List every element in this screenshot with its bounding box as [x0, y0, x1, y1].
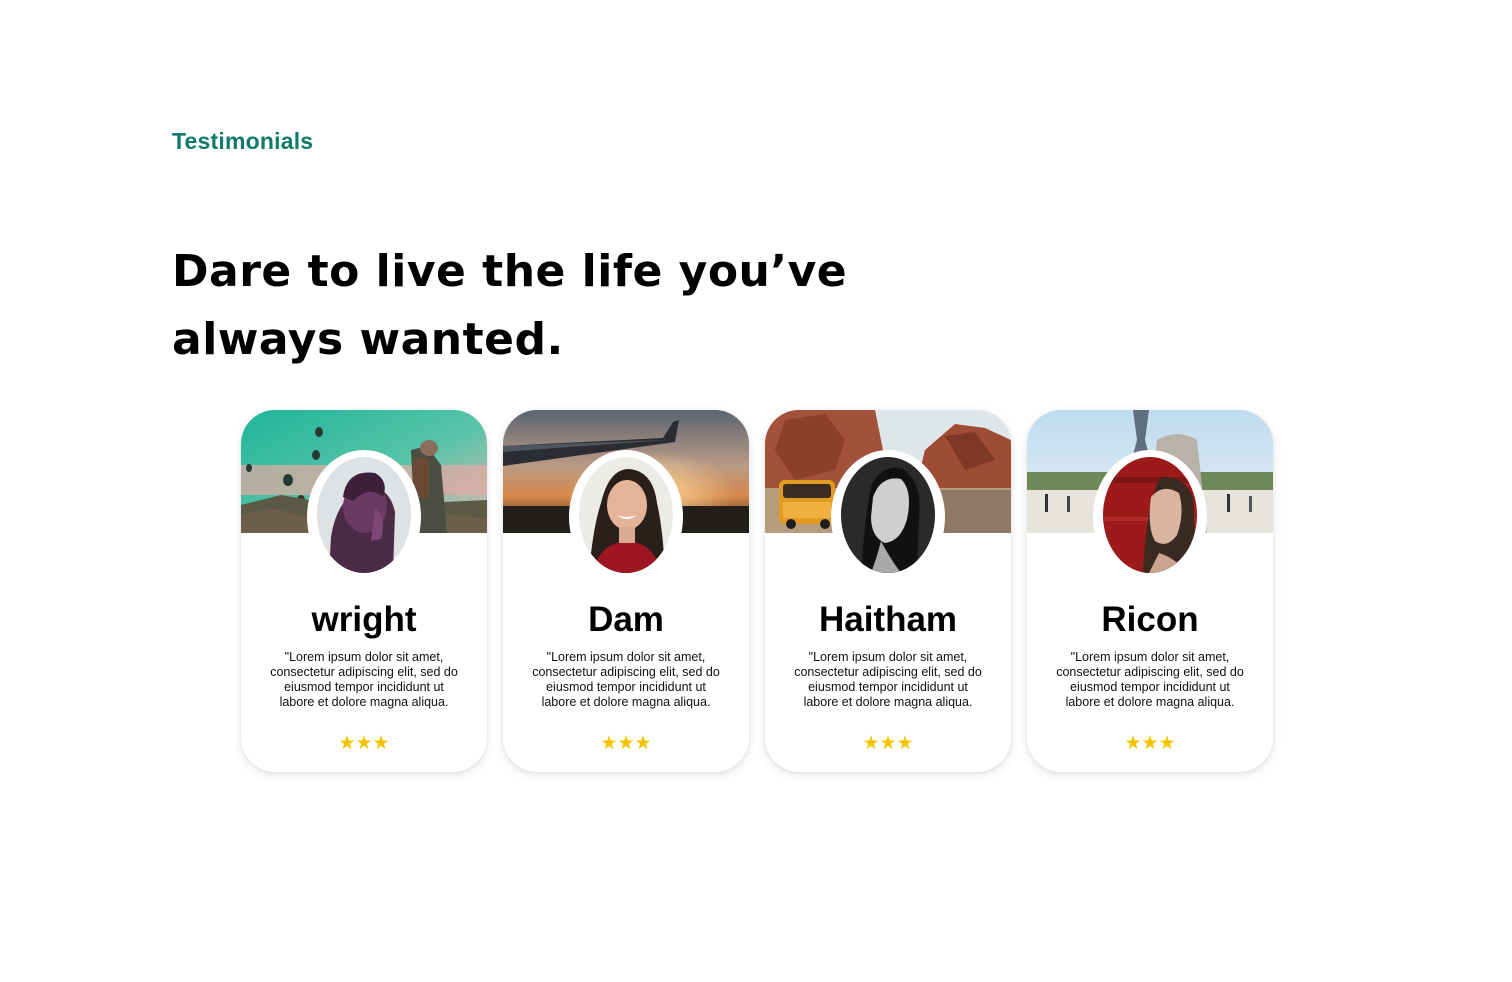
avatar — [579, 457, 673, 573]
avatar — [841, 457, 935, 573]
reviewer-name: Dam — [588, 600, 664, 639]
avatar — [317, 457, 411, 573]
rating-stars: ★★★ — [1124, 732, 1176, 754]
reviewer-name: Haitham — [818, 600, 958, 639]
testimonial-card[interactable]: Dam "Lorem ipsum dolor sit amet, consect… — [503, 410, 749, 772]
testimonial-quote: "Lorem ipsum dolor sit amet, consectetur… — [1056, 650, 1244, 709]
testimonial-quote: "Lorem ipsum dolor sit amet, consectetur… — [794, 650, 982, 709]
testimonial-cards: wright "Lorem ipsum dolor sit amet, cons… — [241, 410, 1273, 772]
testimonial-card[interactable]: Ricon "Lorem ipsum dolor sit amet, conse… — [1027, 410, 1273, 772]
testimonial-quote: "Lorem ipsum dolor sit amet, consectetur… — [532, 650, 720, 709]
testimonial-card[interactable]: wright "Lorem ipsum dolor sit amet, cons… — [241, 410, 487, 772]
reviewer-name: Ricon — [1101, 600, 1199, 639]
section-eyebrow: Testimonials — [172, 128, 314, 154]
rating-stars: ★★★ — [600, 732, 652, 754]
testimonial-quote: "Lorem ipsum dolor sit amet, consectetur… — [270, 650, 458, 709]
testimonial-card[interactable]: Haitham "Lorem ipsum dolor sit amet, con… — [765, 410, 1011, 772]
reviewer-name: wright — [311, 600, 417, 639]
rating-stars: ★★★ — [862, 732, 914, 754]
avatar — [1103, 457, 1197, 573]
rating-stars: ★★★ — [338, 732, 390, 754]
section-headline: Dare to live the life you’ve always want… — [172, 246, 848, 365]
testimonials-page: Testimonials Dare to live the life you’v… — [0, 0, 1512, 982]
